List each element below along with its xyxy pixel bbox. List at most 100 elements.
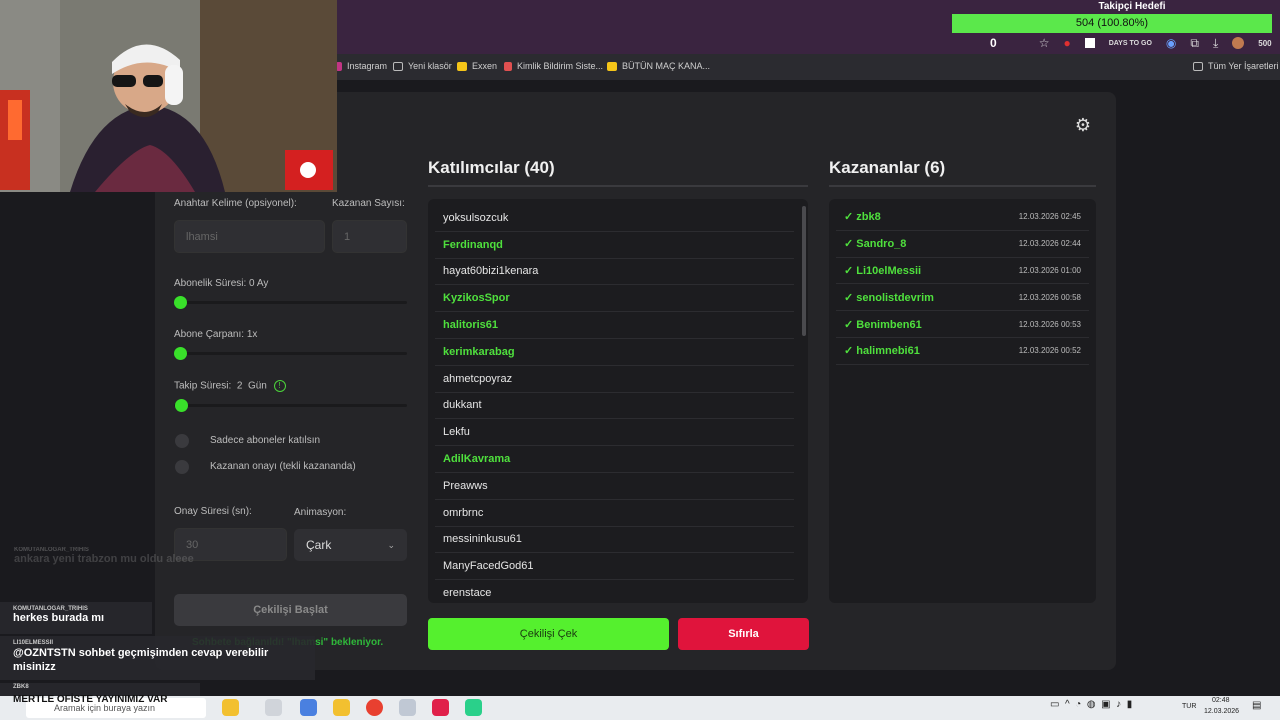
bookmark-all[interactable]: Tüm Yer İşaretleri bbox=[1193, 61, 1279, 71]
animation-select[interactable]: Çark ⌄ bbox=[294, 529, 407, 561]
sub-multiplier-label: Abone Çarpanı: 1x bbox=[174, 329, 258, 340]
jp-icon bbox=[607, 61, 617, 71]
folder-icon[interactable] bbox=[333, 699, 350, 716]
winner-confirm-toggle[interactable] bbox=[175, 460, 189, 474]
language-indicator[interactable]: TUR bbox=[1182, 703, 1196, 710]
bookmark-exxen[interactable]: Exxen bbox=[457, 61, 497, 71]
task-view-icon[interactable] bbox=[265, 699, 282, 716]
confirm-time-label: Onay Süresi (sn): bbox=[174, 506, 252, 517]
winner-name: ✓ Li10elMessii bbox=[844, 264, 922, 277]
participants-divider bbox=[428, 185, 808, 187]
tray-icons[interactable]: ▭ ^ ◔ ◍ ▣ ♪ ▮ bbox=[1050, 699, 1132, 710]
winners-list: ✓ zbk8 12.03.2026 02:45 ✓ Sandro_8 12.03.20… bbox=[829, 199, 1096, 603]
participant-row: erenstace bbox=[435, 580, 794, 603]
participants-scrollbar[interactable] bbox=[802, 206, 806, 336]
chrome-icon[interactable] bbox=[366, 699, 383, 716]
participant-row: ahmetcpoyraz bbox=[435, 366, 794, 393]
winner-count-label: Kazanan Sayısı: bbox=[332, 198, 405, 209]
goal-title: Takipçi Hedefi bbox=[1098, 1, 1166, 12]
start-giveaway-button[interactable]: Çekilişi Başlat bbox=[174, 594, 407, 626]
app-icon[interactable] bbox=[399, 699, 416, 716]
participants-title: Katılımcılar (40) bbox=[428, 158, 555, 177]
participant-row: Preawws bbox=[435, 473, 794, 500]
winner-time: 12.03.2026 00:58 bbox=[1018, 292, 1081, 302]
winners-divider bbox=[829, 185, 1096, 187]
bookmark-instagram[interactable]: Instagram bbox=[336, 61, 387, 71]
participant-row: AdilKavrama bbox=[435, 446, 794, 473]
clock-time[interactable]: 02:48 bbox=[1212, 697, 1230, 704]
app-icon[interactable] bbox=[432, 699, 449, 716]
star-icon[interactable]: ☆ bbox=[1039, 36, 1050, 50]
badge-count: 500 bbox=[1258, 38, 1272, 48]
record-icon[interactable]: ● bbox=[1063, 36, 1070, 50]
participant-row: dukkant bbox=[435, 393, 794, 420]
winner-name: ✓ Benimben61 bbox=[844, 318, 922, 331]
notification-icon[interactable]: ▤ bbox=[1252, 700, 1261, 711]
participant-row: hayat60bizi1kenara bbox=[435, 259, 794, 286]
chat-message: ZBK8 bbox=[13, 684, 29, 690]
wifi-icon[interactable]: ◉ bbox=[1166, 36, 1176, 50]
bookmark-kimlik[interactable]: Kimlik Bildirim Siste... bbox=[504, 61, 603, 71]
sub-duration-knob[interactable] bbox=[174, 296, 187, 309]
follow-duration-label: Takip Süresi: 2 Gün ! bbox=[174, 380, 286, 392]
animation-label: Animasyon: bbox=[294, 507, 347, 518]
webcam-overlay bbox=[0, 0, 337, 192]
winner-confirm-label: Kazanan onayı (tekli kazananda) bbox=[210, 461, 356, 472]
draw-button[interactable]: Çekilişi Çek bbox=[428, 618, 669, 650]
participant-row: kerimkarabag bbox=[435, 339, 794, 366]
exxen-icon bbox=[457, 61, 467, 71]
profile-avatar[interactable] bbox=[1232, 37, 1245, 49]
keyword-label: Anahtar Kelime (opsiyonel): bbox=[174, 198, 297, 209]
link-icon bbox=[504, 61, 512, 71]
follower-counter: 0 bbox=[990, 36, 997, 50]
winner-name: ✓ halimnebi61 bbox=[844, 345, 920, 358]
app-icon[interactable] bbox=[222, 699, 239, 716]
subs-only-toggle[interactable] bbox=[175, 434, 189, 448]
bookmark-mac-kanal[interactable]: BÜTÜN MAÇ KANA... bbox=[607, 61, 710, 71]
bookmark-folder[interactable]: Yeni klasör bbox=[393, 61, 452, 71]
follow-duration-knob[interactable] bbox=[175, 399, 188, 412]
chat-message: MERTLE OFİSTE YAYINIMIZ VAR bbox=[13, 694, 168, 705]
winner-row: ✓ Li10elMessii 12.03.2026 01:00 bbox=[836, 258, 1089, 285]
app-icon[interactable] bbox=[300, 699, 317, 716]
days-to-go-badge[interactable]: DAYS TO GO bbox=[1109, 40, 1152, 47]
follower-goal-widget: Takipçi Hedefi 504 (100.80%) bbox=[952, 0, 1272, 34]
winner-time: 12.03.2026 00:52 bbox=[1018, 346, 1081, 356]
folder-icon bbox=[1193, 61, 1203, 71]
participant-row: yoksulsozcuk bbox=[435, 205, 794, 232]
gear-icon[interactable]: ⚙ bbox=[1072, 114, 1094, 136]
puzzle-icon[interactable]: ⧉ bbox=[1190, 36, 1199, 51]
participant-row: halitoris61 bbox=[435, 312, 794, 339]
chat-message: LI10ELMESSII @OZNTSTN sohbet geçmişimden… bbox=[13, 640, 269, 673]
extension-white-icon[interactable] bbox=[1084, 38, 1095, 48]
participant-row: messininkusu61 bbox=[435, 527, 794, 554]
webcam-image bbox=[0, 0, 337, 192]
winners-title: Kazananlar (6) bbox=[829, 158, 946, 177]
app-icon[interactable] bbox=[465, 699, 482, 716]
chevron-down-icon: ⌄ bbox=[387, 539, 395, 550]
sub-multiplier-knob[interactable] bbox=[174, 347, 187, 360]
participants-list: yoksulsozcuk Ferdinanqd hayat60bizi1kenara… bbox=[428, 199, 808, 603]
winner-time: 12.03.2026 01:00 bbox=[1018, 265, 1081, 275]
download-icon[interactable]: ⤓ bbox=[1213, 36, 1218, 51]
winner-row: ✓ Benimben61 12.03.2026 00:53 bbox=[836, 311, 1089, 338]
clock-date[interactable]: 12.03.2026 bbox=[1204, 708, 1239, 715]
info-icon[interactable]: ! bbox=[273, 380, 286, 392]
follow-duration-slider[interactable] bbox=[174, 404, 407, 407]
keyword-input[interactable]: lhamsi bbox=[174, 220, 325, 253]
participant-row: Ferdinanqd bbox=[435, 232, 794, 259]
winner-name: ✓ senolistdevrim bbox=[844, 291, 934, 304]
folder-icon bbox=[393, 61, 403, 71]
winner-time: 12.03.2026 00:53 bbox=[1018, 319, 1081, 329]
winner-count-input[interactable]: 1 bbox=[332, 220, 407, 253]
winner-name: ✓ zbk8 bbox=[844, 211, 881, 224]
taskbar: Aramak için buraya yazın MERTLE OFİSTE Y… bbox=[0, 694, 1280, 720]
reset-button[interactable]: Sıfırla bbox=[678, 618, 809, 650]
participant-row: omrbrnc bbox=[435, 500, 794, 527]
winner-row: ✓ zbk8 12.03.2026 02:45 bbox=[836, 204, 1089, 231]
subs-only-label: Sadece aboneler katılsın bbox=[210, 435, 321, 446]
winner-row: ✓ Sandro_8 12.03.2026 02:44 bbox=[836, 231, 1089, 258]
participant-row: ManyFacedGod61 bbox=[435, 553, 794, 581]
sub-duration-slider[interactable] bbox=[174, 301, 407, 304]
sub-multiplier-slider[interactable] bbox=[174, 352, 407, 355]
